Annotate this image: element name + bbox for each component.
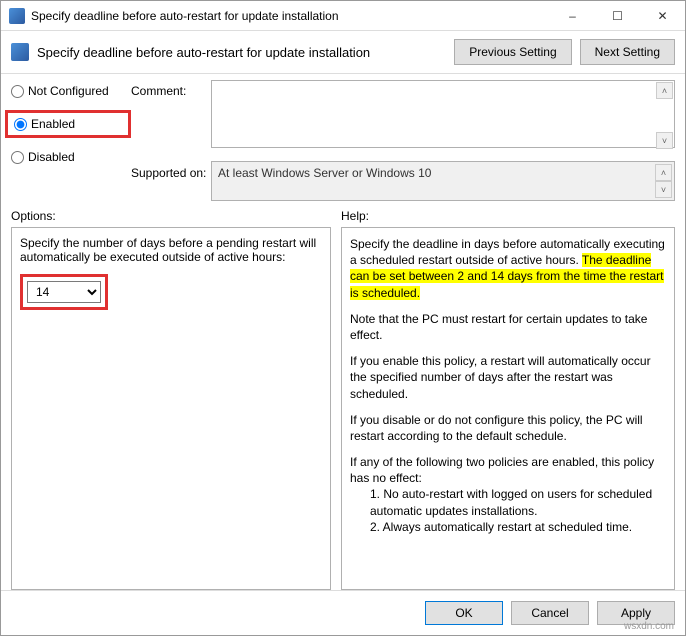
policy-title: Specify deadline before auto-restart for…: [37, 45, 446, 60]
help-label: Help:: [341, 209, 369, 223]
radio-disabled[interactable]: Disabled: [11, 150, 131, 164]
radio-enabled-label: Enabled: [31, 117, 75, 131]
watermark: wsxdn.com: [624, 621, 674, 632]
scroll-down-icon[interactable]: ˅: [655, 181, 672, 198]
scroll-up-icon[interactable]: ˄: [655, 164, 672, 181]
help-paragraph-3: If you enable this policy, a restart wil…: [350, 353, 666, 402]
supported-on-text: At least Windows Server or Windows 10: [218, 166, 431, 180]
comment-label: Comment:: [131, 84, 211, 98]
app-icon: [9, 8, 25, 24]
policy-header: Specify deadline before auto-restart for…: [1, 31, 685, 74]
radio-not-configured[interactable]: Not Configured: [11, 84, 131, 98]
days-select-highlight: 14: [20, 274, 108, 310]
next-setting-button[interactable]: Next Setting: [580, 39, 675, 65]
radio-not-configured-label: Not Configured: [28, 84, 109, 98]
help-paragraph-1: Specify the deadline in days before auto…: [350, 236, 666, 301]
radio-not-configured-input[interactable]: [11, 85, 24, 98]
help-paragraph-5: If any of the following two policies are…: [350, 454, 666, 535]
scroll-down-icon[interactable]: ˅: [656, 132, 673, 149]
supported-on-field: At least Windows Server or Windows 10 ˄ …: [211, 161, 675, 201]
minimize-button[interactable]: –: [550, 1, 595, 30]
help-paragraph-2: Note that the PC must restart for certai…: [350, 311, 666, 343]
options-panel: Specify the number of days before a pend…: [11, 227, 331, 590]
help-paragraph-4: If you disable or do not configure this …: [350, 412, 666, 444]
supported-label: Supported on:: [131, 166, 211, 180]
radio-disabled-label: Disabled: [28, 150, 75, 164]
comment-textarea[interactable]: [211, 80, 675, 148]
days-select[interactable]: 14: [27, 281, 101, 303]
maximize-button[interactable]: ☐: [595, 1, 640, 30]
scroll-up-icon[interactable]: ˄: [656, 82, 673, 99]
options-label: Options:: [11, 209, 331, 223]
policy-icon: [11, 43, 29, 61]
ok-button[interactable]: OK: [425, 601, 503, 625]
radio-disabled-input[interactable]: [11, 151, 24, 164]
radio-enabled-input[interactable]: [14, 118, 27, 131]
cancel-button[interactable]: Cancel: [511, 601, 589, 625]
help-item-2: 2. Always automatically restart at sched…: [350, 519, 666, 535]
option-description: Specify the number of days before a pend…: [20, 236, 322, 264]
window-title: Specify deadline before auto-restart for…: [31, 9, 550, 23]
close-button[interactable]: ✕: [640, 1, 685, 30]
radio-enabled[interactable]: Enabled: [5, 110, 131, 138]
dialog-footer: OK Cancel Apply: [1, 590, 685, 635]
previous-setting-button[interactable]: Previous Setting: [454, 39, 571, 65]
help-item-1: 1. No auto-restart with logged on users …: [350, 486, 666, 518]
help-panel: Specify the deadline in days before auto…: [341, 227, 675, 590]
title-bar: Specify deadline before auto-restart for…: [1, 1, 685, 31]
